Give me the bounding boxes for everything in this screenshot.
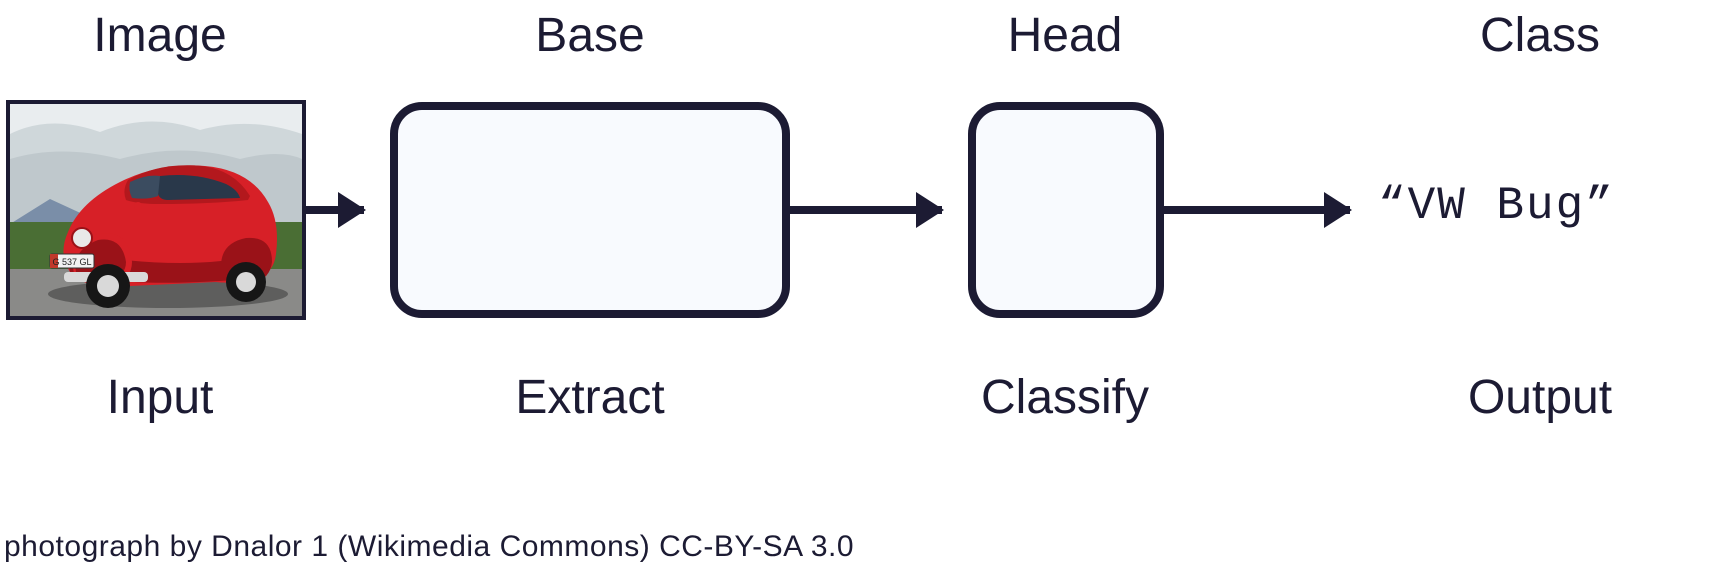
label-class-top: Class [1390, 8, 1690, 63]
arrow-image-to-base [306, 206, 364, 214]
head-block [968, 102, 1164, 318]
svg-text:G 537 GL: G 537 GL [52, 257, 91, 267]
diagram-stage: Image Base Head Class [0, 0, 1711, 579]
label-base-bottom: Extract [390, 370, 790, 425]
arrow-base-to-head [790, 206, 942, 214]
input-image: G 537 GL [6, 100, 306, 320]
car-photo-illustration: G 537 GL [10, 104, 302, 316]
arrow-head-to-output [1164, 206, 1350, 214]
output-class-text: “VW Bug” [1378, 180, 1615, 232]
label-image-top: Image [20, 8, 300, 63]
label-base-top: Base [390, 8, 790, 63]
label-image-bottom: Input [20, 370, 300, 425]
label-head-top: Head [935, 8, 1195, 63]
label-head-bottom: Classify [920, 370, 1210, 425]
image-credit: photograph by Dnalor 1 (Wikimedia Common… [4, 530, 854, 564]
base-block [390, 102, 790, 318]
label-class-bottom: Output [1390, 370, 1690, 425]
